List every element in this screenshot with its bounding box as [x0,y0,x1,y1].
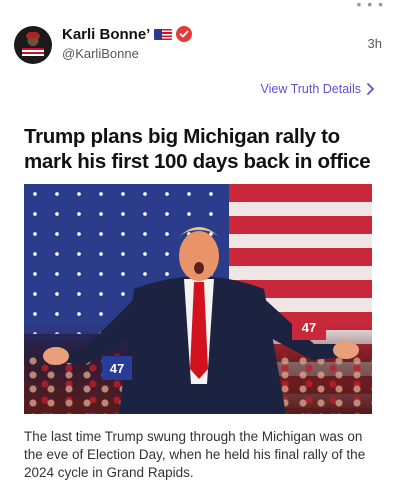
chevron-right-icon [367,83,374,95]
sign-number: 47 [110,361,124,376]
article-caption: The last time Trump swung through the Mi… [24,429,366,480]
more-options-icon[interactable]: • • • [357,0,384,11]
post-timestamp: 3h [367,36,382,51]
avatar-hat-shape [26,32,40,38]
user-handle[interactable]: @KarliBonne [62,46,139,61]
avatar-flag-shape [22,48,44,56]
display-name[interactable]: Karli Bonne’ [62,26,193,43]
avatar[interactable] [14,26,52,64]
verified-badge-icon [176,26,193,42]
view-truth-details-link[interactable]: View Truth Details [260,82,374,96]
sign-number: 47 [302,320,316,335]
post-header: Karli Bonne’ @KarliBonne 3h [14,26,382,66]
article-image[interactable]: 47 47 [24,184,372,414]
view-truth-details-label: View Truth Details [260,82,361,96]
us-flag-icon [154,29,173,40]
article-headline[interactable]: Trump plans big Michigan rally to mark h… [24,124,384,174]
speaker-figure: 47 47 [43,227,359,414]
display-name-text: Karli Bonne’ [62,26,151,43]
